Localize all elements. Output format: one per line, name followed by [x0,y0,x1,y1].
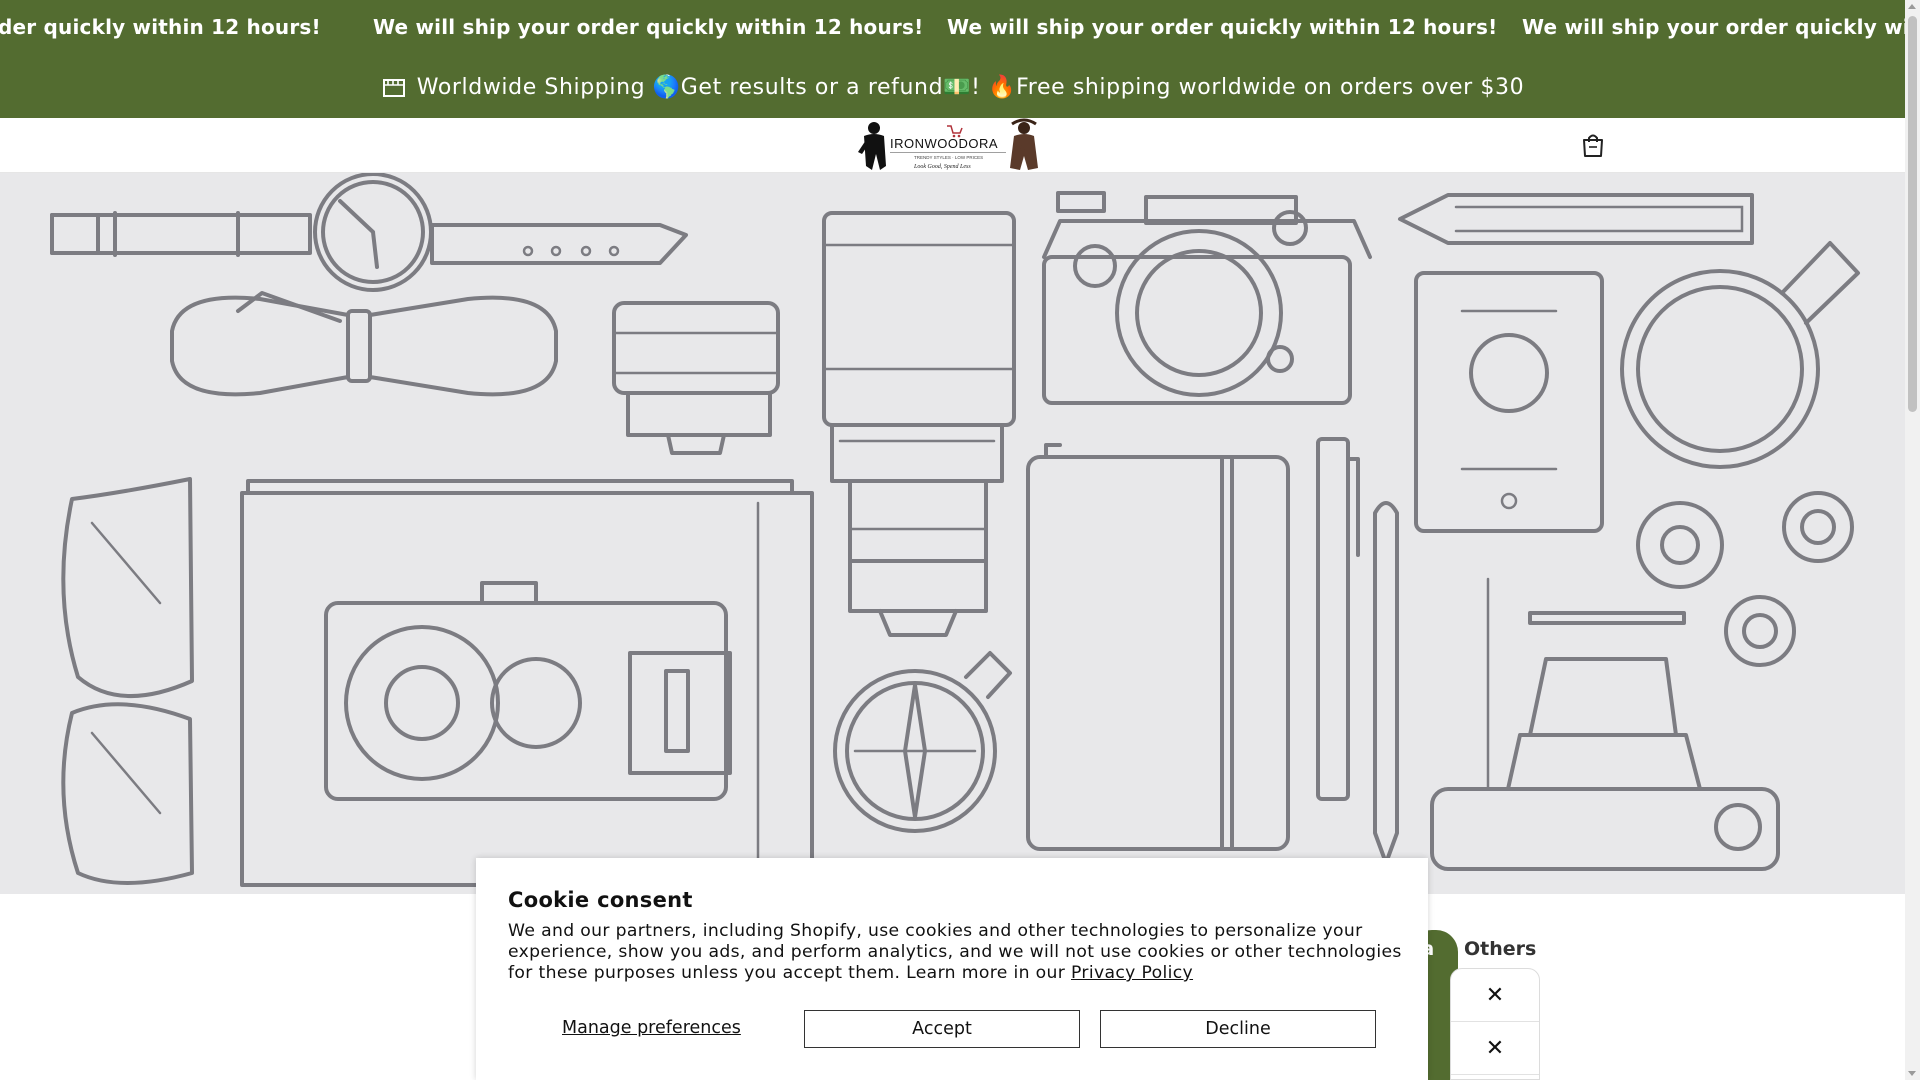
cookie-title: Cookie consent [508,888,693,912]
pencils-illustration [1316,437,1399,865]
notebook-illustration [1026,443,1290,851]
travel-gear-illustration [50,173,1860,887]
passport-illustration [1414,271,1604,533]
compass-illustration [833,651,1012,833]
site-header: IRONWOODORA TRENDY STYLES · LOW PRICES L… [0,118,1905,173]
store-logo[interactable]: IRONWOODORA TRENDY STYLES · LOW PRICES L… [852,118,1048,173]
logo-wordmark: IRONWOODORA [890,136,998,151]
others-label: Others [1464,938,1537,960]
marquee-item: der quickly within 12 hours! [0,15,321,39]
scroll-up-icon[interactable] [1908,4,1916,9]
logo-tagline: TRENDY STYLES · LOW PRICES [914,155,983,160]
accept-button[interactable]: Accept [804,1010,1080,1048]
marquee-item: We will ship your order quickly within [1522,15,1905,39]
decline-button[interactable]: Decline [1100,1010,1376,1048]
sunglasses-illustration [61,477,194,885]
logo-slogan: Look Good, Spend Less [913,164,971,170]
store-icon [382,79,405,97]
manage-preferences-link[interactable]: Manage preferences [562,1018,741,1038]
marquee-item: We will ship your order quickly within 1… [373,15,924,39]
shopping-bag-icon[interactable] [1580,131,1606,159]
mirror-illustration [1620,241,1860,469]
cookie-consent-banner: Cookie consent We and our partners, incl… [476,858,1428,1080]
privacy-policy-link[interactable]: Privacy Policy [1071,963,1193,983]
page-scrollbar[interactable] [1905,0,1920,1080]
shipping-marquee: der quickly within 12 hours! We will shi… [0,0,1905,56]
close-list: ✕ ✕ [1450,968,1540,1080]
close-icon[interactable]: ✕ [1451,969,1539,1022]
cookie-body: We and our partners, including Shopify, … [508,921,1408,984]
scroll-down-icon[interactable] [1908,1071,1916,1076]
watch-illustration [50,173,688,292]
scrollbar-thumb[interactable] [1908,16,1917,412]
tape-rolls-illustration [1636,491,1854,667]
announcement-bar: Worldwide Shipping 🌎Get results or a ref… [0,56,1905,118]
bow-tie-illustration [170,291,558,397]
camera-illustration [1042,191,1372,405]
pen-illustration [1398,193,1754,245]
close-icon[interactable]: ✕ [1451,1022,1539,1075]
cookie-body-text: We and our partners, including Shopify, … [508,921,1402,983]
announcement-text: Worldwide Shipping 🌎Get results or a ref… [416,74,1525,100]
hero-banner [0,173,1905,894]
map-camera-illustration [240,479,814,887]
marquee-item: We will ship your order quickly within 1… [947,15,1498,39]
